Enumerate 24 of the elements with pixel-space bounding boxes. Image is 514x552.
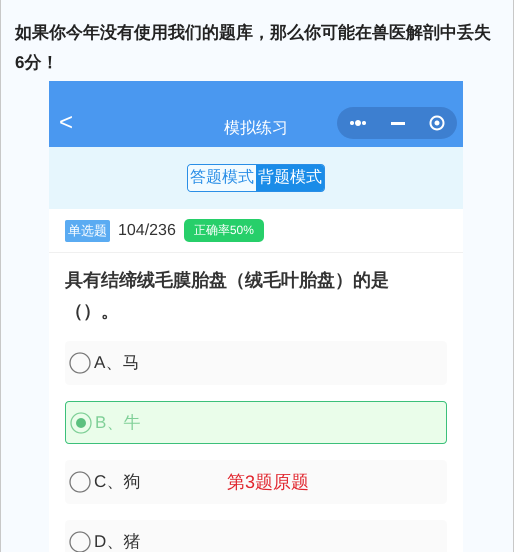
answer-option[interactable]: D、猪	[65, 520, 447, 552]
mode-tab[interactable]: 背题模式	[256, 165, 324, 191]
more-icon[interactable]	[349, 120, 367, 126]
option-label: A、马	[94, 352, 140, 374]
radio-icon	[69, 471, 91, 493]
back-button[interactable]: <	[59, 111, 74, 135]
answer-option[interactable]: A、马	[65, 341, 447, 385]
option-label: B、牛	[95, 412, 142, 434]
minimize-icon[interactable]	[391, 122, 405, 124]
mode-tab[interactable]: 答题模式	[188, 165, 256, 191]
answer-option[interactable]: C、狗 第3题原题	[65, 460, 447, 504]
radio-icon	[70, 412, 92, 434]
page-title: 模拟练习	[224, 118, 288, 139]
accuracy-badge: 正确率50%	[184, 219, 264, 242]
progress-counter: 104/236	[118, 220, 176, 240]
radio-icon	[69, 531, 91, 552]
radio-icon	[69, 352, 91, 374]
question-type-badge: 单选题	[65, 220, 110, 242]
headline: 如果你今年没有使用我们的题库，那么你可能在兽医解剖中丢失6分！	[14, 22, 492, 74]
option-label: D、猪	[94, 531, 142, 552]
close-icon[interactable]	[429, 115, 445, 131]
option-label: C、狗	[94, 471, 142, 494]
question-text: 具有结缔绒毛膜胎盘（绒毛叶胎盘）的是（）。	[64, 269, 390, 323]
note-text: 第3题原题	[227, 470, 310, 494]
